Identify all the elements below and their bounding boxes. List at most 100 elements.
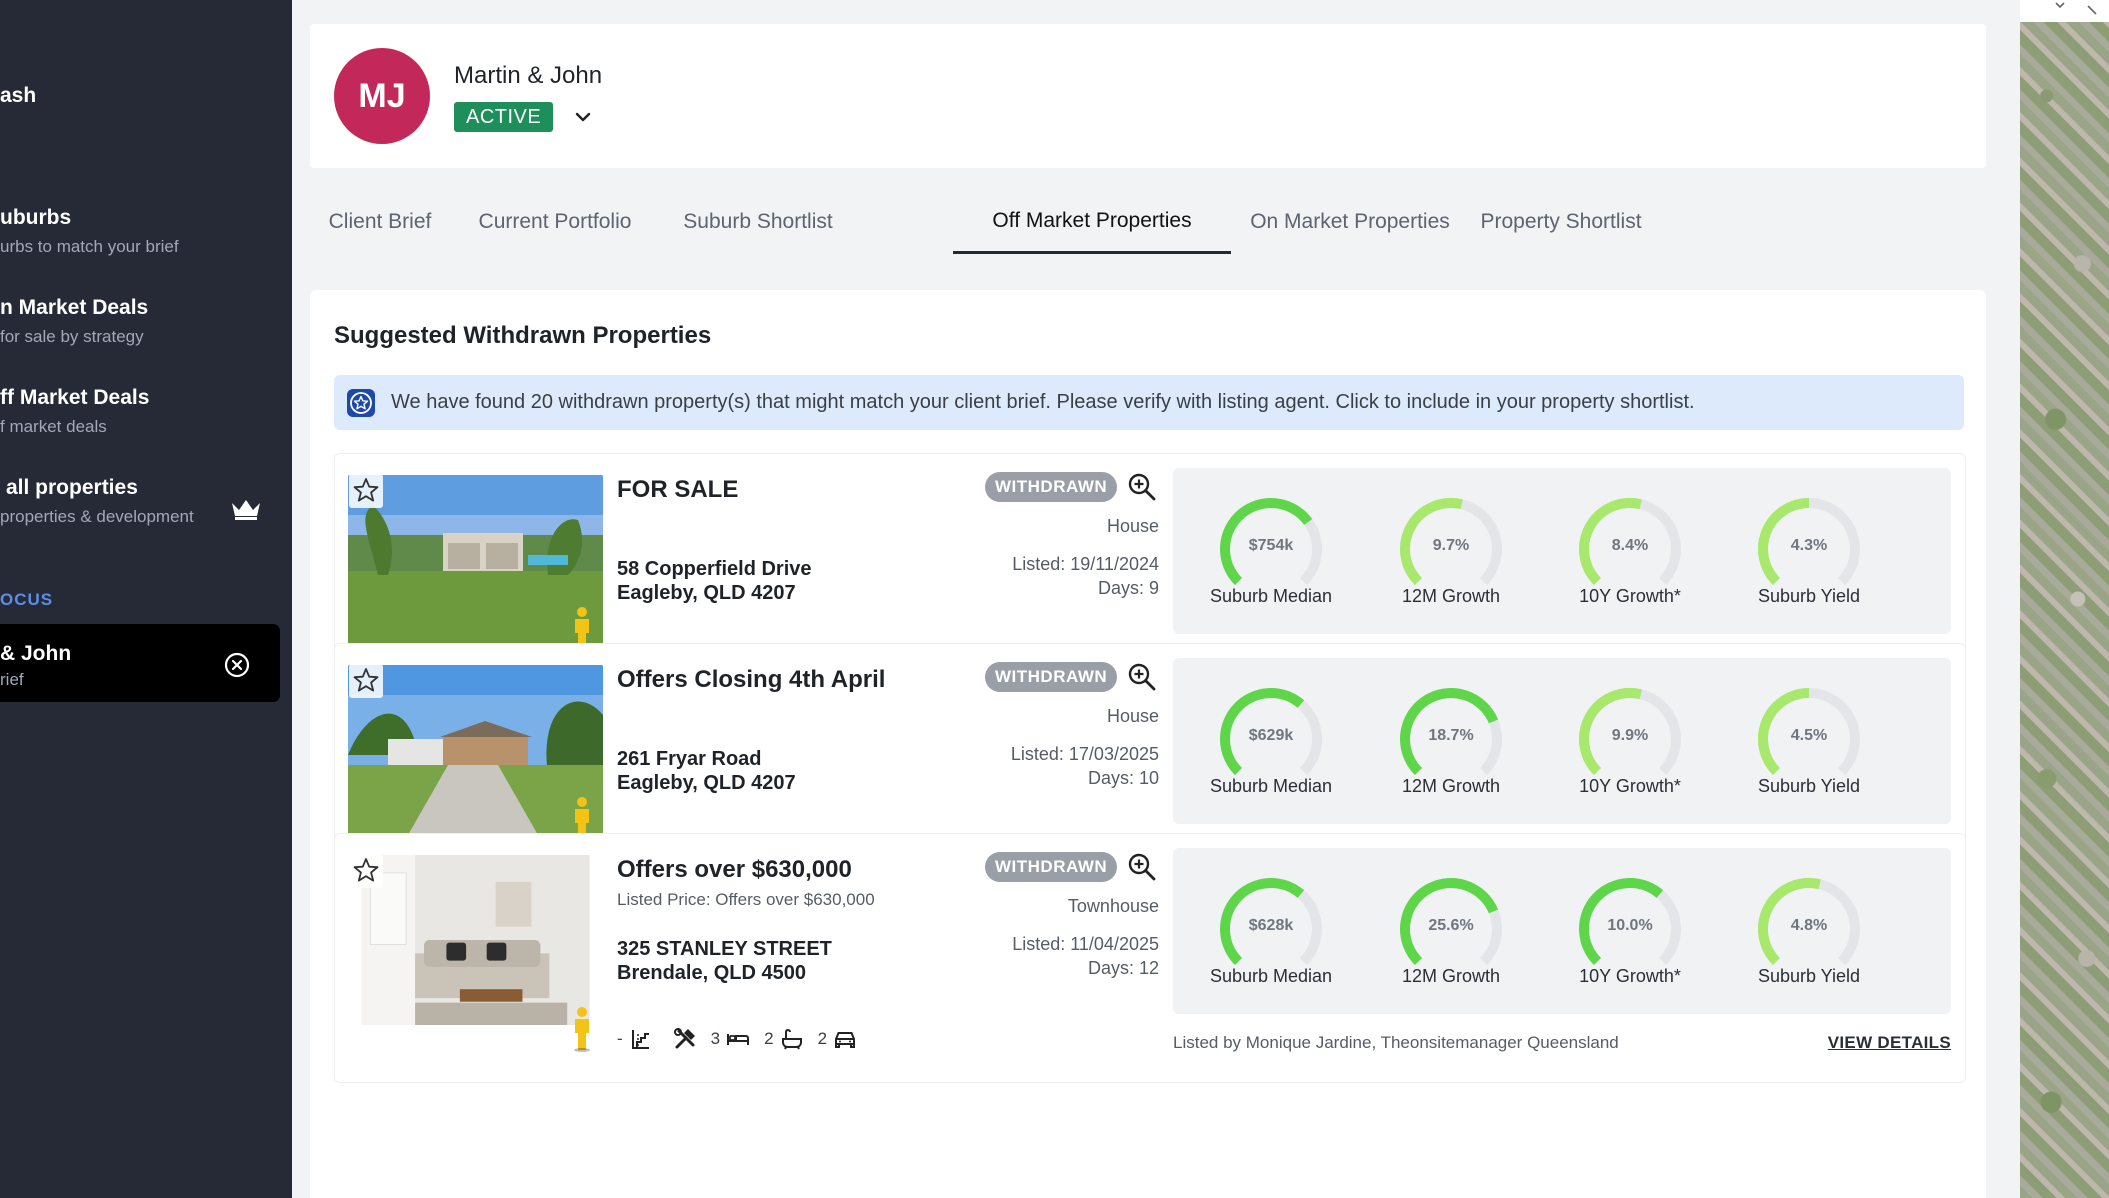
stat-label: 12M Growth (1401, 586, 1501, 606)
stat-value: 8.4% (1611, 537, 1649, 554)
bed-icon (727, 1034, 750, 1045)
zoom-in-icon[interactable] (1127, 472, 1157, 502)
address-line-2: Eagleby, QLD 4207 (617, 582, 796, 604)
bath-icon (781, 1028, 802, 1050)
sidebar-item-title: uburbs (0, 206, 72, 229)
stat-label: 12M Growth (1401, 776, 1501, 796)
street-view-pegman-icon[interactable] (569, 1006, 595, 1052)
stat-value: $629k (1248, 727, 1294, 744)
stat-value: 4.3% (1790, 537, 1828, 554)
sidebar-item-title: ff Market Deals (0, 386, 150, 409)
stat-label: Suburb Yield (1757, 586, 1861, 606)
property-card[interactable]: Offers over $630,000 Listed Price: Offer… (334, 833, 1966, 1083)
chevron-down-icon[interactable] (2040, 0, 2100, 20)
property-photo[interactable] (348, 855, 603, 1045)
address-line-2: Eagleby, QLD 4207 (617, 772, 796, 794)
suburb-stats: $754k Suburb Median 9.7% 12M Growth 8.4% 10Y … (1173, 468, 1951, 634)
sidebar-item-title: ash (0, 84, 37, 107)
stat-value: $628k (1248, 917, 1294, 934)
star-icon[interactable] (349, 474, 383, 508)
sidebar-item-dashboard[interactable]: ash (0, 84, 36, 108)
address-line-1[interactable]: 261 Fryar Road (617, 748, 762, 771)
stat-gauge: $754k Suburb Median (1210, 494, 1332, 624)
tab-current-portfolio[interactable]: Current Portfolio (460, 190, 650, 254)
main-content: MJ Martin & John ACTIVE Client Brief Cur… (292, 0, 2018, 1198)
zoom-in-icon[interactable] (1127, 852, 1157, 882)
property-photo[interactable] (348, 475, 603, 645)
tab-on-market-properties[interactable]: On Market Properties (1248, 190, 1452, 254)
tab-property-shortlist[interactable]: Property Shortlist (1470, 190, 1652, 254)
property-photo[interactable] (348, 665, 603, 835)
sidebar-item-off-market-deals[interactable]: ff Market Deals f market deals (0, 386, 149, 437)
stat-gauge: 4.3% Suburb Yield (1749, 494, 1869, 624)
sidebar-item-subtitle: properties & development (0, 507, 194, 526)
property-headline: FOR SALE (617, 476, 739, 503)
tab-client-brief[interactable]: Client Brief (318, 190, 442, 254)
suburb-stats: $629k Suburb Median 18.7% 12M Growth 9.9% 10Y… (1173, 658, 1951, 824)
sidebar-item-title: all properties (6, 476, 138, 499)
stat-value: 25.6% (1428, 917, 1474, 934)
property-photo-image (348, 665, 603, 835)
stat-value: 18.7% (1428, 727, 1474, 744)
listed-by: Listed by Monique Jardine, Theonsitemana… (1173, 1033, 1619, 1052)
zoom-in-icon[interactable] (1127, 662, 1157, 692)
stat-label: Suburb Median (1209, 776, 1333, 796)
tab-suburb-shortlist[interactable]: Suburb Shortlist (668, 190, 848, 254)
withdrawn-properties-panel: Suggested Withdrawn Properties We have f… (310, 290, 1986, 1198)
stat-gauge: 18.7% 12M Growth (1391, 684, 1511, 814)
property-type: House (1106, 706, 1159, 726)
sidebar-item-on-market-deals[interactable]: n Market Deals for sale by strategy (0, 296, 148, 347)
stat-gauge: 9.7% 12M Growth (1391, 494, 1511, 624)
stat-gauge: 4.5% Suburb Yield (1749, 684, 1869, 814)
property-features: - 3 2 2 (617, 1024, 871, 1054)
stat-value: 10.0% (1607, 917, 1653, 934)
stat-value: 9.9% (1611, 727, 1649, 744)
suburb-stats: $628k Suburb Median 25.6% 12M Growth 10.0% 10… (1173, 848, 1951, 1014)
stat-label: 10Y Growth* (1579, 776, 1681, 796)
property-headline: Offers over $630,000 (617, 856, 852, 883)
stat-value: 9.7% (1432, 537, 1470, 554)
stat-label: Suburb Median (1209, 966, 1333, 986)
sidebar-item-title: n Market Deals (0, 296, 149, 319)
avatar: MJ (334, 48, 430, 144)
days-on-market: Days: 10 (1087, 768, 1159, 788)
address-line-2: Brendale, QLD 4500 (617, 962, 806, 984)
focus-section-label: OCUS (0, 590, 54, 609)
listed-date: Listed: 17/03/2025 (1010, 744, 1159, 764)
stat-label: 10Y Growth* (1579, 586, 1681, 606)
sidebar-item-suburbs[interactable]: uburbs urbs to match your brief (0, 206, 179, 257)
star-icon[interactable] (349, 854, 383, 888)
stat-gauge: 4.8% Suburb Yield (1749, 874, 1869, 1004)
sidebar-item-subtitle: for sale by strategy (0, 327, 144, 346)
listed-price: Listed Price: Offers over $630,000 (617, 890, 875, 909)
stat-label: Suburb Median (1209, 586, 1333, 606)
satellite-map[interactable] (2020, 0, 2109, 1198)
star-icon[interactable] (349, 664, 383, 698)
address-line-1[interactable]: 325 STANLEY STREET (617, 938, 832, 961)
stat-gauge: 10.0% 10Y Growth* (1570, 874, 1690, 1004)
stat-label: Suburb Yield (1757, 776, 1861, 796)
focus-client-name: & John (0, 642, 72, 665)
stat-label: Suburb Yield (1757, 966, 1861, 986)
tab-off-market-properties[interactable]: Off Market Properties (953, 190, 1231, 254)
close-circle-icon[interactable] (224, 652, 250, 678)
days-on-market: Days: 12 (1087, 958, 1159, 978)
crown-icon (232, 500, 260, 520)
map-toolbar (2020, 0, 2109, 22)
stat-value: 4.5% (1790, 727, 1828, 744)
days-on-market: Days: 9 (1097, 578, 1159, 598)
sidebar-item-subtitle: urbs to match your brief (0, 237, 179, 256)
focus-client-card[interactable]: & John rief (0, 624, 280, 702)
focus-client-subtitle: rief (0, 670, 24, 689)
stat-value: $754k (1248, 537, 1294, 554)
car-icon (835, 1032, 856, 1048)
bath-value: 2 (764, 1029, 774, 1048)
sidebar: ash uburbs urbs to match your brief n Ma… (0, 0, 292, 1198)
sidebar-item-all-properties[interactable]: all properties properties & development (0, 476, 194, 527)
stat-gauge: $628k Suburb Median (1210, 874, 1332, 1004)
address-line-1[interactable]: 58 Copperfield Drive (617, 558, 812, 581)
build-area-icon (673, 1028, 695, 1049)
chevron-down-icon[interactable] (572, 106, 594, 128)
view-details-link[interactable]: VIEW DETAILS (1828, 1033, 1951, 1053)
status-badge[interactable]: ACTIVE (454, 102, 554, 132)
